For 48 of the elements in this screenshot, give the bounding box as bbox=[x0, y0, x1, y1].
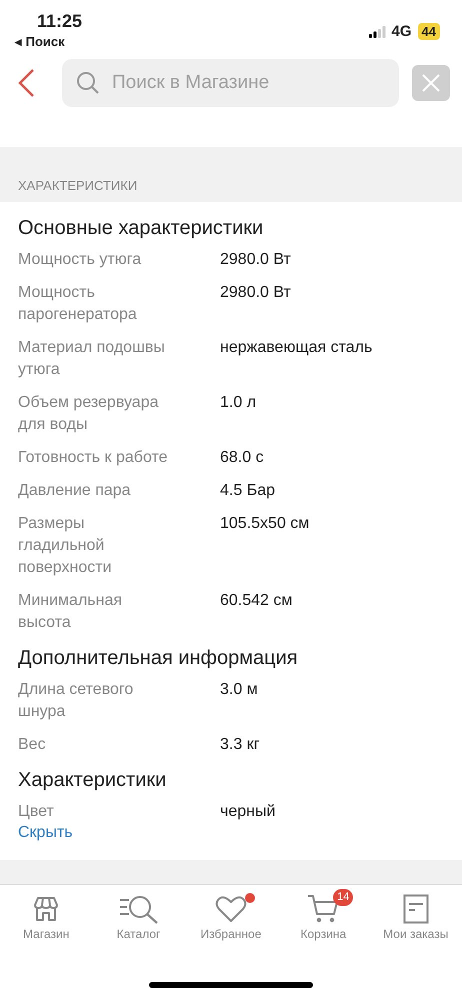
signal-icon bbox=[368, 26, 386, 38]
group-title: Характеристики bbox=[18, 768, 168, 793]
battery-level: 44 bbox=[418, 23, 440, 40]
spec-name: Давление пара bbox=[18, 481, 132, 501]
nav-tab[interactable]: Каталог bbox=[94, 893, 184, 949]
search-input[interactable]: Поиск в Магазине bbox=[110, 71, 385, 95]
spec-value: 4.5 Бар bbox=[220, 481, 276, 501]
hide-link[interactable]: Скрыть bbox=[18, 822, 73, 844]
nav-tab[interactable]: Избранное bbox=[186, 893, 276, 949]
spec-value: 3.0 м bbox=[220, 680, 259, 700]
section-heading: ХАРАКТЕРИСТИКИ bbox=[18, 178, 138, 193]
spec-value: 2980.0 Вт bbox=[220, 283, 292, 303]
back-to-app-link[interactable]: ◂ Поиск bbox=[15, 32, 82, 52]
spec-name: Длина сетевого шнура bbox=[18, 680, 134, 722]
notification-dot bbox=[244, 893, 255, 903]
search-field[interactable]: Поиск в Магазине bbox=[62, 59, 399, 107]
spec-name: Размеры гладильной поверхности bbox=[18, 514, 112, 578]
catalog-search-icon bbox=[118, 894, 159, 924]
spec-value: 60.542 см bbox=[220, 591, 294, 611]
group-title: Основные характеристики bbox=[18, 216, 264, 241]
spec-value: 2980.0 Вт bbox=[220, 250, 292, 270]
order-list-icon bbox=[402, 894, 429, 924]
search-icon bbox=[76, 71, 100, 95]
close-icon bbox=[422, 74, 440, 92]
cart-icon bbox=[307, 894, 340, 924]
heart-icon bbox=[214, 895, 247, 923]
spec-value: нержавеющая сталь bbox=[220, 338, 374, 358]
spec-name: Минимальная высота bbox=[18, 591, 124, 633]
spec-name: Вес bbox=[18, 735, 47, 755]
store-icon bbox=[32, 895, 60, 923]
spec-name: Готовность к работе bbox=[18, 448, 169, 468]
spec-name: Мощность парогенератора bbox=[18, 283, 138, 325]
nav-tab[interactable]: Мои заказы bbox=[370, 893, 461, 949]
spec-name: Мощность утюга bbox=[18, 250, 142, 270]
cart-count-badge: 14 bbox=[333, 889, 354, 906]
spec-value: 105.5x50 см bbox=[220, 514, 310, 534]
group-title: Дополнительная информация bbox=[18, 646, 299, 671]
spec-name: Объем резервуара для воды bbox=[18, 393, 160, 435]
back-icon[interactable] bbox=[17, 68, 35, 98]
status-time: 11:25 bbox=[37, 10, 82, 32]
nav-tab[interactable]: Магазин bbox=[1, 893, 92, 949]
spec-value: 1.0 л bbox=[220, 393, 258, 413]
network-type: 4G bbox=[392, 23, 412, 40]
spec-value: 68.0 с bbox=[220, 448, 265, 468]
spec-name: Цвет bbox=[18, 802, 55, 822]
spec-value: черный bbox=[220, 802, 276, 822]
spec-value: 3.3 кг bbox=[220, 735, 261, 755]
spec-name: Материал подошвы утюга bbox=[18, 338, 166, 380]
